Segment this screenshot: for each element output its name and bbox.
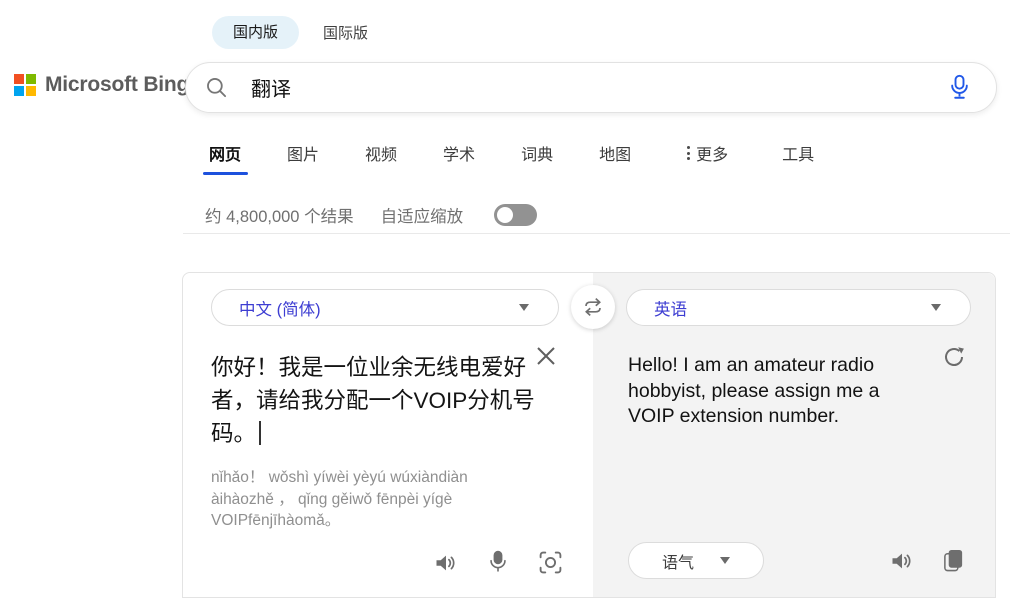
results-divider — [183, 233, 1010, 234]
source-language-dropdown[interactable]: 中文 (简体) — [211, 289, 559, 326]
target-language-dropdown[interactable]: 英语 — [626, 289, 971, 326]
target-icon-row — [889, 548, 965, 573]
speak-target-icon[interactable] — [889, 549, 914, 573]
tab-more[interactable]: 更多 — [687, 141, 728, 165]
tab-domestic-version[interactable]: 国内版 — [212, 16, 299, 49]
chevron-down-icon — [519, 304, 529, 311]
bing-search-page: 国内版 国际版 Microsoft Bing 翻译 网页 图片 视频 学术 词典… — [0, 0, 1010, 607]
active-tab-underline — [203, 172, 248, 175]
bing-logo[interactable]: Microsoft Bing — [14, 73, 189, 97]
tab-academic[interactable]: 学术 — [443, 141, 475, 165]
search-vertical-tabs: 网页 图片 视频 学术 词典 地图 更多 工具 — [209, 140, 814, 166]
tab-maps[interactable]: 地图 — [599, 141, 631, 165]
source-text-input[interactable]: 你好！我是一位业余无线电爱好者，请给我分配一个VOIP分机号码。 — [211, 351, 535, 450]
copy-translation-icon[interactable] — [942, 548, 965, 573]
chevron-down-icon — [720, 557, 730, 564]
tab-tools[interactable]: 工具 — [782, 141, 814, 165]
adaptive-zoom-label: 自适应缩放 — [381, 203, 464, 227]
source-language-label: 中文 (简体) — [239, 296, 321, 320]
speak-source-icon[interactable] — [433, 551, 458, 575]
search-query-text: 翻译 — [251, 73, 291, 102]
target-panel: 英语 Hello! I am an amateur radio hobbyist… — [593, 273, 995, 597]
search-icon — [205, 76, 228, 99]
clear-text-button[interactable] — [535, 345, 557, 367]
results-count: 约 4,800,000 个结果 — [205, 203, 354, 227]
image-translate-camera-icon[interactable] — [538, 550, 563, 575]
microsoft-logo-icon — [14, 74, 36, 96]
tab-international-version[interactable]: 国际版 — [323, 22, 368, 43]
tab-images[interactable]: 图片 — [287, 141, 319, 165]
more-label: 更多 — [696, 141, 728, 165]
tab-dictionary[interactable]: 词典 — [521, 141, 553, 165]
source-actions — [433, 550, 563, 575]
swap-languages-button[interactable] — [571, 285, 615, 329]
search-input[interactable]: 翻译 — [185, 62, 997, 113]
target-actions: 语气 — [628, 542, 965, 579]
refresh-translation-button[interactable] — [942, 345, 966, 369]
target-language-label: 英语 — [654, 296, 687, 320]
translator-card: 中文 (简体) 你好！我是一位业余无线电爱好者，请给我分配一个VOIP分机号码。… — [182, 272, 996, 598]
tone-label: 语气 — [662, 549, 694, 573]
toggle-knob — [497, 207, 513, 223]
translated-text: Hello! I am an amateur radio hobbyist, p… — [628, 353, 930, 430]
results-bar: 约 4,800,000 个结果 自适应缩放 — [205, 202, 537, 228]
adaptive-zoom-toggle[interactable] — [494, 204, 537, 226]
source-panel: 中文 (简体) 你好！我是一位业余无线电爱好者，请给我分配一个VOIP分机号码。… — [183, 273, 593, 597]
voice-search-icon[interactable] — [950, 74, 969, 101]
text-cursor — [259, 421, 261, 445]
logo-text: Microsoft Bing — [45, 73, 189, 97]
version-tabs: 国内版 国际版 — [212, 16, 368, 49]
pinyin-text: nǐhǎo！ wǒshì yíwèi yèyú wúxiàndiàn àihào… — [211, 467, 517, 532]
chevron-down-icon — [931, 304, 941, 311]
tab-web[interactable]: 网页 — [209, 141, 241, 165]
tone-dropdown[interactable]: 语气 — [628, 542, 764, 579]
tab-videos[interactable]: 视频 — [365, 141, 397, 165]
dictate-microphone-icon[interactable] — [489, 550, 507, 575]
more-ellipsis-icon — [687, 146, 690, 160]
